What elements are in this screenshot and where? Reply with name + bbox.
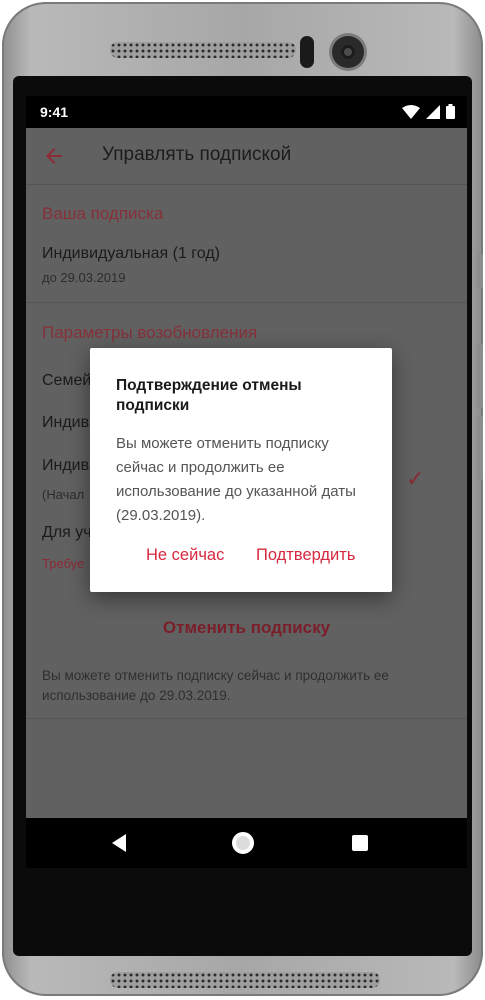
renewal-options-heading: Параметры возобновления [42,323,258,342]
app-toolbar: Управлять подпиской [26,128,467,185]
current-plan: Индивидуальная (1 год) [42,245,220,262]
divider [26,718,467,719]
page-title: Управлять подпиской [102,144,292,165]
checkmark-icon: ✓ [406,466,425,491]
confirm-button[interactable]: Подтвердить [256,546,355,565]
renewal-option-family[interactable]: Семей [42,372,91,390]
status-bar: 9:41 [26,96,467,128]
status-time: 9:41 [40,104,69,120]
plan-expiry: до 29.03.2019 [42,270,126,285]
nav-recent-apps-icon[interactable] [352,835,368,851]
nav-back-icon[interactable] [112,834,126,852]
your-subscription-heading: Ваша подписка [42,204,164,223]
dialog-message: Вы можете отменить подписку сейчас и про… [116,435,356,524]
nav-home-icon[interactable] [232,832,254,854]
divider [26,302,467,303]
confirm-cancel-dialog: Подтверждение отмены подписки Вы можете … [90,348,392,592]
power-button [477,254,483,288]
back-arrow-icon[interactable] [40,142,68,170]
renewal-option-individual-yearly-sub: (Начал [42,487,85,502]
front-camera [332,36,364,68]
renewal-option-student-requirement: Требуе [42,556,85,571]
signal-icon [426,104,440,119]
earpiece [300,36,314,68]
renewal-option-individual-yearly[interactable]: Индив [42,457,89,475]
renewal-option-student[interactable]: Для уч [42,524,92,542]
volume-down-button [477,416,483,480]
volume-up-button [477,344,483,408]
battery-icon [446,104,455,119]
navigation-bar [26,818,467,868]
renewal-option-individual-monthly[interactable]: Индив [42,414,89,432]
cancel-note: Вы можете отменить подписку сейчас и про… [42,668,389,703]
wifi-icon [402,104,420,119]
bottom-speaker-grille [110,972,380,988]
cancel-subscription-button[interactable]: Отменить подписку [26,618,467,638]
top-speaker-grille [110,42,296,58]
not-now-button[interactable]: Не сейчас [146,546,224,565]
dialog-title: Подтверждение отмены подписки [116,377,302,414]
